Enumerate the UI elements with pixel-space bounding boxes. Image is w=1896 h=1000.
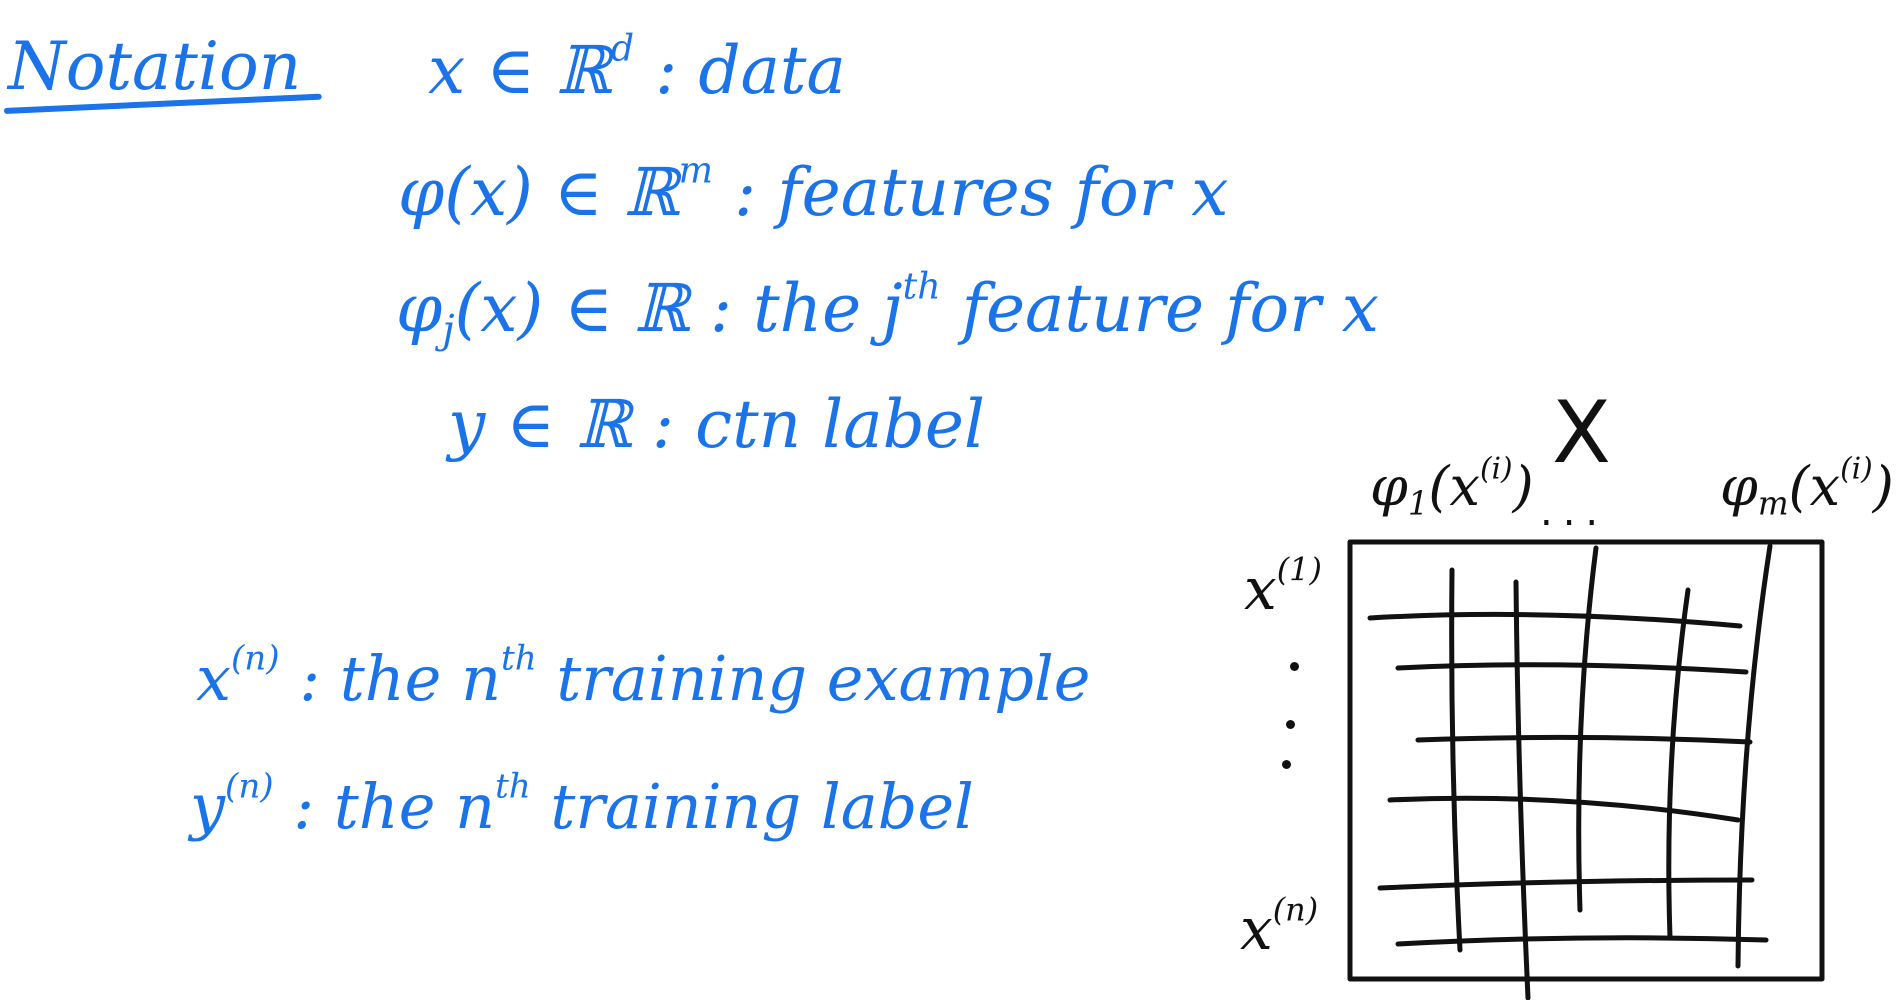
matrix-border [1347, 539, 1825, 982]
matrix-row-line [1377, 877, 1755, 891]
matrix-col-line [1449, 567, 1463, 953]
whiteboard-page: Notation x ∈ ℝd : data φ(x) ∈ ℝm : featu… [0, 0, 1896, 1000]
matrix-row-line [1387, 795, 1741, 823]
matrix-col-line [1576, 545, 1599, 913]
matrix-row-line [1395, 935, 1769, 947]
matrix-col-line [1666, 587, 1691, 941]
matrix-grid [1347, 539, 1825, 1000]
matrix-row-line [1415, 734, 1753, 745]
matrix-col-line [1513, 579, 1531, 1000]
matrix-col-line [1735, 543, 1773, 969]
